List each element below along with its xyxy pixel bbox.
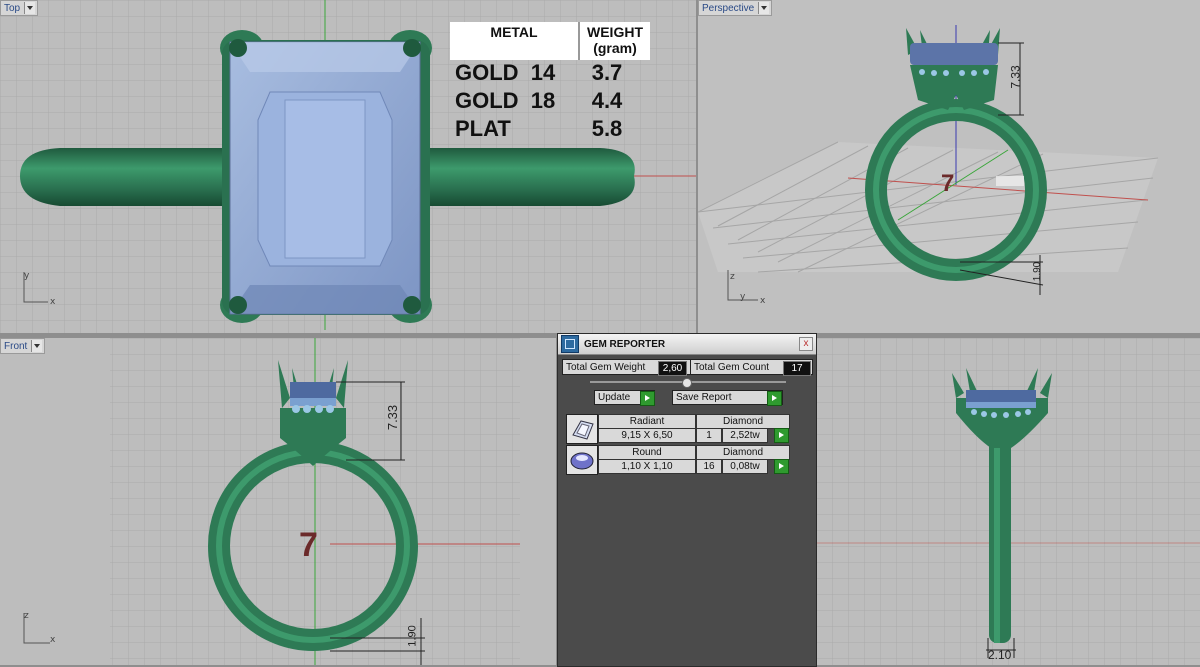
gem-reporter-titlebar[interactable]: GEM REPORTER x — [558, 334, 816, 355]
size-slider-knob[interactable] — [682, 378, 692, 388]
ring-size-label: 7 — [941, 170, 955, 197]
axis-x-label: x — [50, 297, 56, 307]
metal-header: METAL — [450, 22, 580, 60]
update-play-icon[interactable] — [640, 391, 655, 406]
axis-y-label: y — [740, 292, 746, 302]
gem-row-play-icon[interactable] — [774, 428, 789, 443]
axis-z-label: z — [730, 272, 735, 282]
gem-material: Diamond — [696, 414, 790, 429]
viewport-menu-arrow[interactable] — [31, 340, 43, 352]
total-gem-count-value: 17 — [783, 361, 811, 376]
weight-header: WEIGHT (gram) — [580, 22, 650, 60]
metal-weight-table: METAL WEIGHT (gram) GOLD 14 3.7 GOLD 18 4.… — [450, 22, 650, 144]
viewport-front[interactable]: Front 7 7.33 1.90 z x — [0, 338, 556, 665]
gem-count: 1 — [696, 428, 722, 443]
gem-reporter-title: GEM REPORTER — [584, 338, 666, 350]
axis-z-label: z — [24, 611, 29, 621]
total-gem-weight-label: Total Gem Weight — [566, 361, 646, 373]
viewport-menu-arrow[interactable] — [758, 2, 770, 14]
ring-size-label: 7 — [299, 526, 318, 564]
total-gem-count-label: Total Gem Count — [694, 361, 770, 373]
gem-reporter-panel: GEM REPORTER x Total Gem Weight 2,60 Tot… — [557, 333, 817, 667]
gem-row-play-icon[interactable] — [774, 459, 789, 474]
gem-list-item[interactable]: Radiant Diamond 9,15 X 6,50 1 2,52tw — [566, 414, 790, 444]
gem-reporter-logo-icon — [561, 335, 579, 353]
gem-shape: Radiant — [598, 414, 696, 429]
round-gem-icon — [566, 445, 598, 475]
gem-list-item[interactable]: Round Diamond 1,10 X 1,10 16 0,08tw — [566, 445, 790, 475]
axis-y-label: y — [24, 271, 30, 281]
viewport-right[interactable]: 2.10 — [816, 338, 1200, 665]
gem-material: Diamond — [696, 445, 790, 460]
axis-x-label: x — [760, 296, 766, 306]
gem-size: 9,15 X 6,50 — [598, 428, 696, 443]
right-scene — [816, 338, 1200, 665]
shank-dimension: 1.90 — [406, 625, 419, 647]
weight-row: PLAT 5.8 — [455, 116, 623, 141]
front-scene — [0, 338, 556, 665]
gem-weight: 2,52tw — [722, 428, 768, 443]
height-dimension: 7.33 — [385, 404, 401, 431]
viewport-perspective[interactable]: Perspective 7 7.33 1.90 z y x — [698, 0, 1200, 333]
viewport-label-front[interactable]: Front — [0, 338, 46, 354]
height-dimension: 7.33 — [1008, 65, 1023, 89]
weight-row: GOLD 18 4.4 — [455, 88, 623, 113]
gem-size: 1,10 X 1,10 — [598, 459, 696, 474]
close-icon[interactable]: x — [799, 337, 813, 351]
viewport-label-top[interactable]: Top — [0, 0, 39, 16]
viewport-label-perspective[interactable]: Perspective — [698, 0, 773, 16]
save-report-play-icon[interactable] — [767, 391, 782, 406]
axis-x-label: x — [50, 635, 56, 645]
radiant-gem-icon — [566, 414, 598, 444]
gem-shape: Round — [598, 445, 696, 460]
viewport-menu-arrow[interactable] — [24, 2, 36, 14]
gem-weight: 0,08tw — [722, 459, 768, 474]
weight-row: GOLD 14 3.7 — [455, 60, 623, 85]
gem-count: 16 — [696, 459, 722, 474]
width-dimension: 2.10 — [988, 648, 1012, 662]
total-gem-weight-value: 2,60 — [658, 361, 687, 376]
perspective-scene — [698, 0, 1200, 333]
shank-dimension: 1.90 — [1032, 261, 1044, 282]
